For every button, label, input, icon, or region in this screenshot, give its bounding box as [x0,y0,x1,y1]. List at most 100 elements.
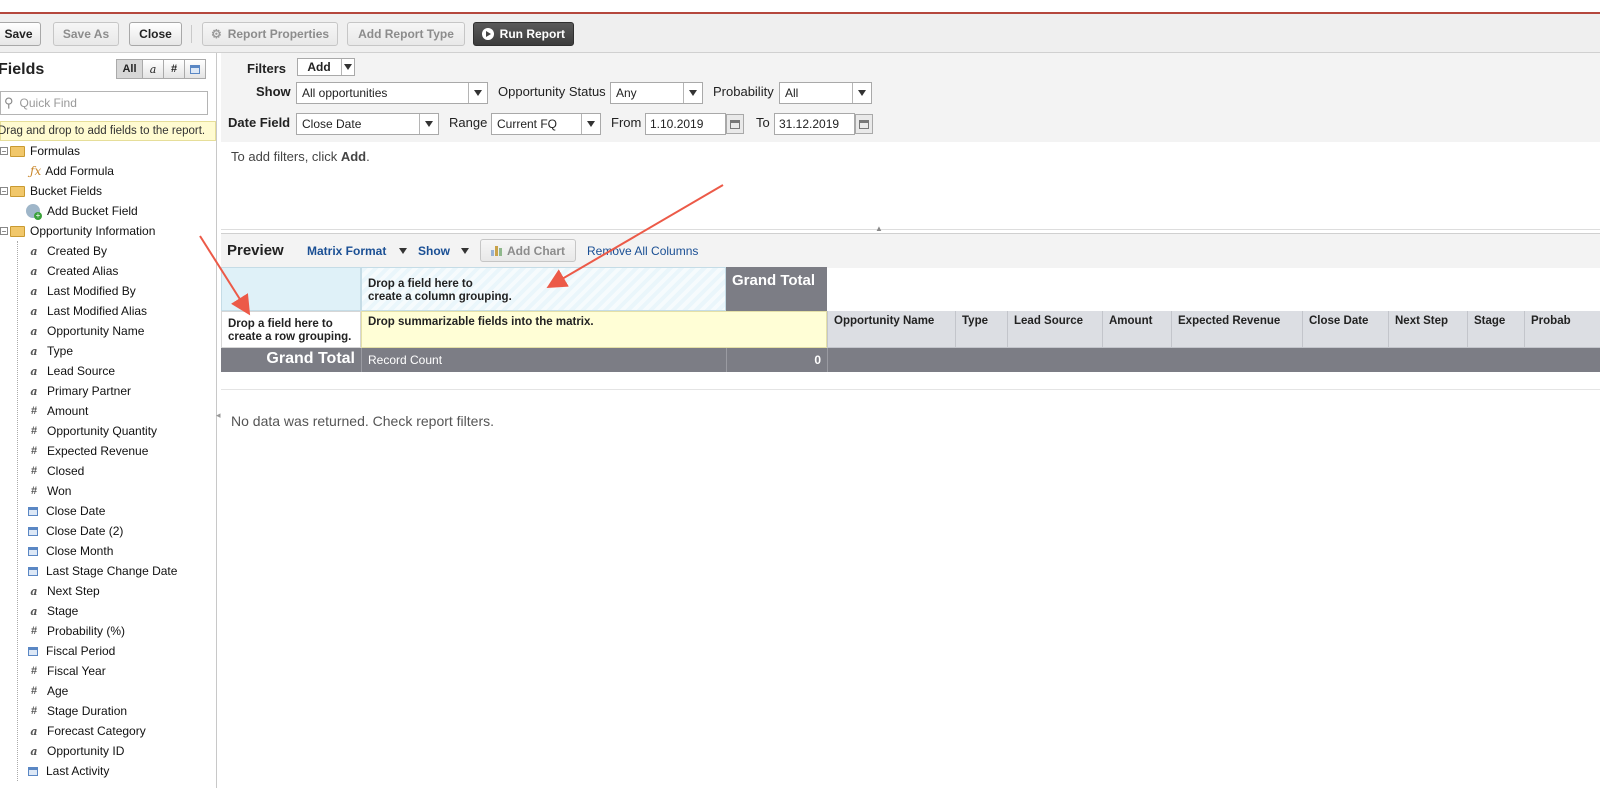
show-select[interactable]: All opportunities [296,82,488,104]
field-item[interactable]: Close Date (2) [28,521,123,541]
filter-number-button[interactable]: # [163,59,185,79]
chevron-down-icon [341,59,354,75]
remove-all-columns-link[interactable]: Remove All Columns [587,244,698,258]
field-item[interactable]: a Created Alias [28,261,118,281]
chevron-down-icon [581,114,600,134]
field-item[interactable]: a Next Step [28,581,99,601]
field-item[interactable]: Last Stage Change Date [28,561,177,581]
field-item[interactable]: # Amount [28,401,88,421]
field-item-label: Last Stage Change Date [46,564,178,578]
run-report-button[interactable]: Run Report [473,22,574,46]
folder-opportunity-information[interactable]: − Opportunity Information [0,221,155,241]
column-header[interactable]: Next Step [1388,311,1467,348]
field-item[interactable]: # Closed [28,461,84,481]
add-report-type-button[interactable]: Add Report Type [347,22,465,46]
column-header[interactable]: Amount [1102,311,1171,348]
folder-formulas[interactable]: − Formulas [0,141,80,161]
filter-help-suffix: . [366,149,370,164]
fields-title: Fields [0,61,45,78]
report-properties-button[interactable]: ⚙ Report Properties [202,22,338,46]
field-item[interactable]: a Stage [28,601,78,621]
add-formula-item[interactable]: ƒx Add Formula [30,161,114,181]
row-grouping-line1: Drop a field here to [228,318,333,330]
field-item[interactable]: Fiscal Period [28,641,115,661]
top-border [0,0,1600,14]
record-count-label: Record Count [361,348,726,372]
resize-handle-icon[interactable]: ▲ [875,224,883,233]
range-select[interactable]: Current FQ [491,113,601,135]
field-item[interactable]: # Fiscal Year [28,661,106,681]
folder-bucket-fields[interactable]: − Bucket Fields [0,181,102,201]
folder-opportunity-label: Opportunity Information [30,224,156,238]
field-item[interactable]: a Created By [28,241,107,261]
filter-text-button[interactable]: a [142,59,164,79]
save-button[interactable]: Save [0,22,41,46]
opportunity-status-select[interactable]: Any [610,82,703,104]
filter-all-button[interactable]: All [116,59,143,79]
field-item[interactable]: Close Date [28,501,105,521]
folder-icon [10,225,25,237]
field-item[interactable]: Last Activity [28,761,109,781]
range-value: Current FQ [497,117,558,131]
field-item[interactable]: a Last Modified Alias [28,301,147,321]
column-header[interactable]: Close Date [1302,311,1388,348]
quick-find-input[interactable]: ⚲ Quick Find [0,91,208,115]
sidebar-collapse-handle[interactable]: ◂ [216,410,221,430]
preview-toolbar: Preview Matrix Format Show Add Chart Rem… [221,233,1600,268]
to-date-input[interactable]: 31.12.2019 [774,113,855,135]
collapse-icon[interactable]: − [0,147,8,156]
text-field-icon: a [30,744,38,758]
add-bucket-field-item[interactable]: + Add Bucket Field [26,201,138,221]
field-item[interactable]: a Forecast Category [28,721,145,741]
add-filter-button[interactable]: Add [297,58,355,76]
show-dropdown[interactable]: Show [418,244,450,258]
column-grouping-line1: Drop a field here to [368,278,473,290]
field-item[interactable]: a Primary Partner [28,381,131,401]
collapse-icon[interactable]: − [0,187,8,196]
add-chart-label: Add Chart [507,243,565,258]
field-item[interactable]: a Type [28,341,73,361]
field-item[interactable]: a Lead Source [28,361,115,381]
column-header[interactable]: Type [955,311,1007,348]
column-header[interactable]: Opportunity Name [827,311,955,348]
field-item[interactable]: # Probability (%) [28,621,125,641]
summarizable-dropzone[interactable]: Drop summarizable fields into the matrix… [361,311,827,348]
probability-label: Probability [713,84,774,99]
field-item[interactable]: # Expected Revenue [28,441,148,461]
field-item[interactable]: Close Month [28,541,113,561]
field-item[interactable]: # Age [28,681,68,701]
row-grouping-dropzone[interactable]: Drop a field here to create a row groupi… [221,311,361,348]
column-header[interactable]: Stage [1467,311,1524,348]
to-calendar-icon[interactable] [855,114,873,134]
probability-select[interactable]: All [779,82,872,104]
matrix-format-dropdown[interactable]: Matrix Format [307,244,386,258]
column-header[interactable]: Probab [1524,311,1600,348]
field-item[interactable]: a Opportunity ID [28,741,124,761]
field-item[interactable]: # Won [28,481,72,501]
save-as-button[interactable]: Save As [53,22,119,46]
filter-date-button[interactable] [184,59,206,79]
range-label: Range [449,115,488,130]
column-header[interactable]: Lead Source [1007,311,1102,348]
number-field-icon: # [30,665,38,677]
column-header[interactable]: Expected Revenue [1171,311,1302,348]
add-formula-label: Add Formula [45,164,114,178]
field-item[interactable]: # Stage Duration [28,701,127,721]
field-item[interactable]: a Opportunity Name [28,321,144,341]
close-button[interactable]: Close [129,22,182,46]
column-grouping-dropzone[interactable]: Drop a field here to create a column gro… [361,267,726,311]
chevron-down-icon[interactable] [461,248,469,254]
show-value: All opportunities [302,86,388,100]
field-item[interactable]: a Last Modified By [28,281,135,301]
to-label: To [756,115,770,130]
from-calendar-icon[interactable] [726,114,744,134]
field-item[interactable]: # Opportunity Quantity [28,421,157,441]
chevron-down-icon[interactable] [399,248,407,254]
grand-total-column-header: Grand Total [726,267,827,311]
filter-list-area: To add filters, click Add. ▲ [221,142,1600,233]
add-chart-button[interactable]: Add Chart [480,239,576,262]
date-field-select[interactable]: Close Date [296,113,439,135]
from-date-input[interactable]: 1.10.2019 [645,113,726,135]
collapse-icon[interactable]: − [0,227,8,236]
filters-label: Filters [247,61,287,76]
